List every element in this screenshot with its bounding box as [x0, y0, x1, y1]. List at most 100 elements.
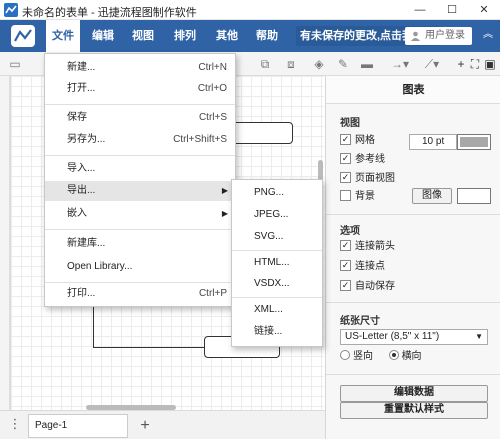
- file-menu: 新建... Ctrl+N 打开... Ctrl+O 保存 Ctrl+S 另存为... C…: [44, 53, 236, 307]
- menu-item-save[interactable]: 保存 Ctrl+S: [45, 108, 235, 128]
- options-section-title: 选项: [340, 226, 360, 237]
- add-icon[interactable]: +: [455, 56, 467, 72]
- add-page-icon[interactable]: +: [134, 414, 156, 438]
- shadow-icon[interactable]: ▬: [358, 56, 376, 72]
- portrait-radio[interactable]: [340, 350, 350, 361]
- portrait-label: 竖向: [353, 351, 373, 362]
- minimize-button[interactable]: —: [404, 0, 436, 20]
- menu-arrange[interactable]: 排列: [168, 20, 202, 52]
- layout-icon[interactable]: ▭: [6, 56, 24, 72]
- landscape-label: 横向: [401, 351, 422, 362]
- window-title: 未命名的表单 - 迅捷流程图制作软件: [22, 7, 197, 19]
- left-strip: [0, 76, 10, 410]
- page-menu-icon[interactable]: ⋮: [8, 416, 22, 434]
- export-html[interactable]: HTML...: [232, 253, 322, 273]
- divider: [326, 214, 500, 215]
- page-view-option[interactable]: 页面视图: [340, 171, 395, 186]
- app-logo-icon[interactable]: [11, 25, 35, 47]
- collapse-icon[interactable]: ︽: [481, 28, 495, 42]
- menu-other[interactable]: 其他: [210, 20, 244, 52]
- menu-view[interactable]: 视图: [126, 20, 160, 52]
- view-section-title: 视图: [340, 118, 360, 129]
- group-icon[interactable]: ⧉: [258, 56, 272, 72]
- guides-label: 参考线: [355, 154, 385, 165]
- connection-arrows-option[interactable]: 连接箭头: [340, 239, 395, 254]
- background-option[interactable]: 背景: [340, 189, 375, 204]
- format-panel: 图表 视图 网格 10 pt 参考线 页面视图 背景 图像 选项 连接箭头 连接…: [325, 76, 500, 439]
- export-vsdx[interactable]: VSDX...: [232, 274, 322, 294]
- waypoint-style-icon[interactable]: ⟋▾: [420, 56, 444, 72]
- grid-size-input[interactable]: 10 pt: [409, 134, 457, 150]
- panel-title: 图表: [326, 76, 500, 104]
- login-button[interactable]: 用户登录: [405, 27, 472, 45]
- menu-item-save-as[interactable]: 另存为... Ctrl+Shift+S: [45, 130, 235, 150]
- menu-item-import[interactable]: 导入...: [45, 159, 235, 179]
- image-button[interactable]: 图像: [412, 188, 452, 204]
- maximize-button[interactable]: ☐: [436, 0, 468, 20]
- page-view-checkbox[interactable]: [340, 171, 351, 183]
- connector-line[interactable]: [93, 306, 94, 348]
- export-svg[interactable]: SVG...: [232, 227, 322, 247]
- menu-item-embed[interactable]: 嵌入 ▶: [45, 204, 235, 224]
- menu-file[interactable]: 文件: [46, 20, 80, 52]
- line-color-icon[interactable]: ✎: [336, 56, 350, 72]
- background-color-swatch[interactable]: [457, 188, 491, 204]
- dropdown-arrow-icon: ▼: [475, 332, 483, 341]
- menu-separator: [45, 155, 235, 156]
- grid-checkbox[interactable]: [340, 133, 351, 145]
- menu-item-export[interactable]: 导出... ▶: [45, 181, 235, 201]
- menu-separator: [45, 104, 235, 105]
- format-icon[interactable]: ▣: [484, 56, 496, 72]
- export-xml[interactable]: XML...: [232, 300, 322, 320]
- page-tab[interactable]: Page-1: [28, 414, 128, 438]
- submenu-arrow-icon: ▶: [221, 209, 228, 218]
- reset-style-button[interactable]: 重置默认样式: [340, 402, 488, 419]
- grid-color-swatch[interactable]: [457, 134, 491, 150]
- close-button[interactable]: ✕: [468, 0, 500, 20]
- orientation-group: 竖向 横向: [340, 350, 422, 364]
- background-checkbox[interactable]: [340, 189, 351, 201]
- user-icon: [411, 31, 420, 41]
- autosave-checkbox[interactable]: [340, 279, 351, 291]
- autosave-option[interactable]: 自动保存: [340, 279, 395, 294]
- fill-color-icon[interactable]: ◈: [312, 56, 326, 72]
- submenu-arrow-icon: ▶: [221, 186, 228, 195]
- menu-edit[interactable]: 编辑: [86, 20, 120, 52]
- paper-size-value: US-Letter (8,5" x 11"): [345, 331, 440, 342]
- divider: [326, 374, 500, 375]
- menu-item-new-library[interactable]: 新建库...: [45, 234, 235, 254]
- grid-option[interactable]: 网格: [340, 133, 375, 148]
- landscape-radio[interactable]: [388, 350, 399, 361]
- edit-data-button[interactable]: 编辑数据: [340, 385, 488, 402]
- paper-size-select[interactable]: US-Letter (8,5" x 11") ▼: [340, 329, 488, 345]
- connection-arrows-checkbox[interactable]: [340, 239, 351, 251]
- guides-checkbox[interactable]: [340, 152, 351, 164]
- connection-points-option[interactable]: 连接点: [340, 259, 385, 274]
- guides-option[interactable]: 参考线: [340, 152, 385, 167]
- page-view-label: 页面视图: [355, 173, 395, 184]
- connection-points-checkbox[interactable]: [340, 259, 351, 271]
- background-label: 背景: [355, 191, 375, 202]
- menu-help[interactable]: 帮助: [250, 20, 284, 52]
- export-jpeg[interactable]: JPEG...: [232, 205, 322, 225]
- menu-item-open-library[interactable]: Open Library...: [45, 257, 235, 277]
- export-link[interactable]: 链接...: [232, 322, 322, 342]
- export-png[interactable]: PNG...: [232, 183, 322, 203]
- menu-separator: [232, 250, 322, 251]
- connection-style-icon[interactable]: →▾: [388, 56, 412, 72]
- page-bar: ⋮ Page-1 +: [0, 410, 325, 439]
- menu-item-print[interactable]: 打印... Ctrl+P: [45, 284, 235, 304]
- grid-label: 网格: [355, 135, 375, 146]
- connection-arrows-label: 连接箭头: [355, 241, 395, 252]
- fit-icon[interactable]: ⛶: [469, 56, 481, 72]
- menu-separator: [45, 229, 235, 230]
- divider: [326, 302, 500, 303]
- menu-item-new[interactable]: 新建... Ctrl+N: [45, 58, 235, 78]
- connector-line[interactable]: [93, 347, 204, 348]
- menu-item-open[interactable]: 打开... Ctrl+O: [45, 79, 235, 99]
- app-icon: [4, 3, 18, 17]
- ungroup-icon[interactable]: ⧈: [284, 56, 298, 72]
- connection-points-label: 连接点: [355, 261, 385, 272]
- menu-bar: 文件 编辑 视图 排列 其他 帮助 有未保存的更改,点击我保存 用户登录 ︽: [0, 20, 500, 52]
- export-submenu: PNG... JPEG... SVG... HTML... VSDX... XM…: [231, 179, 323, 347]
